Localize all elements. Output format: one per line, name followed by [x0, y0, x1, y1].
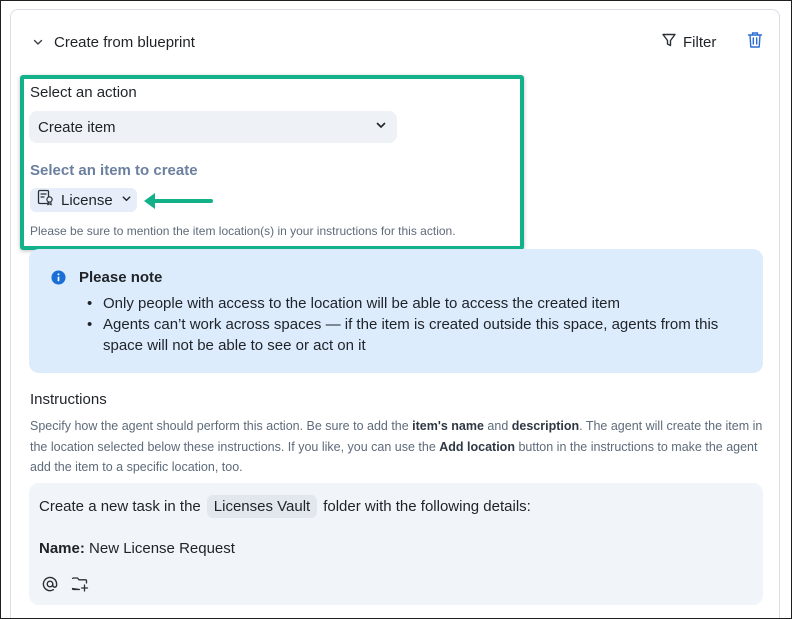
chevron-down-icon [375, 118, 387, 136]
note-title: Please note [79, 269, 163, 286]
item-location-hint: Please be sure to mention the item locat… [30, 224, 456, 238]
add-location-button[interactable] [71, 576, 89, 592]
screenshot-frame: Create from blueprint Filter Select an a… [0, 0, 792, 619]
mention-button[interactable] [41, 575, 59, 593]
at-sign-icon [41, 576, 59, 597]
action-select[interactable]: Create item [29, 111, 397, 143]
editor-line[interactable]: Name: New License Request [39, 540, 235, 557]
folder-plus-icon [71, 577, 89, 596]
name-value: New License Request [84, 540, 235, 557]
instructions-title: Instructions [30, 391, 107, 408]
folder-mention-tag[interactable]: Licenses Vault [206, 495, 318, 518]
collapse-chevron-icon[interactable] [31, 35, 45, 49]
chevron-down-icon [121, 191, 132, 209]
instructions-description: Specify how the agent should perform thi… [30, 419, 763, 474]
item-type-dropdown[interactable]: License [30, 188, 137, 212]
action-select-value: Create item [38, 118, 116, 136]
info-icon [51, 270, 66, 285]
editor-text: Create a new task in the [39, 498, 201, 515]
list-item: Agents can’t work across spaces — if the… [85, 314, 745, 356]
section-title: Create from blueprint [54, 34, 195, 51]
editor-line[interactable]: Create a new task in the Licenses Vault … [39, 495, 531, 518]
select-action-label: Select an action [30, 84, 137, 101]
trash-icon [747, 31, 763, 54]
item-type-value: License [61, 191, 113, 209]
license-icon [37, 189, 55, 211]
filter-button[interactable]: Filter [661, 31, 716, 53]
filter-label: Filter [683, 33, 717, 51]
delete-button[interactable] [746, 31, 764, 54]
note-list: Only people with access to the location … [85, 293, 745, 356]
select-item-label: Select an item to create [30, 162, 198, 179]
list-item: Only people with access to the location … [85, 293, 745, 314]
arrow-annotation-icon [141, 191, 215, 218]
filter-icon [661, 32, 677, 53]
editor-text: folder with the following details: [323, 498, 531, 515]
name-label: Name: [39, 540, 85, 557]
